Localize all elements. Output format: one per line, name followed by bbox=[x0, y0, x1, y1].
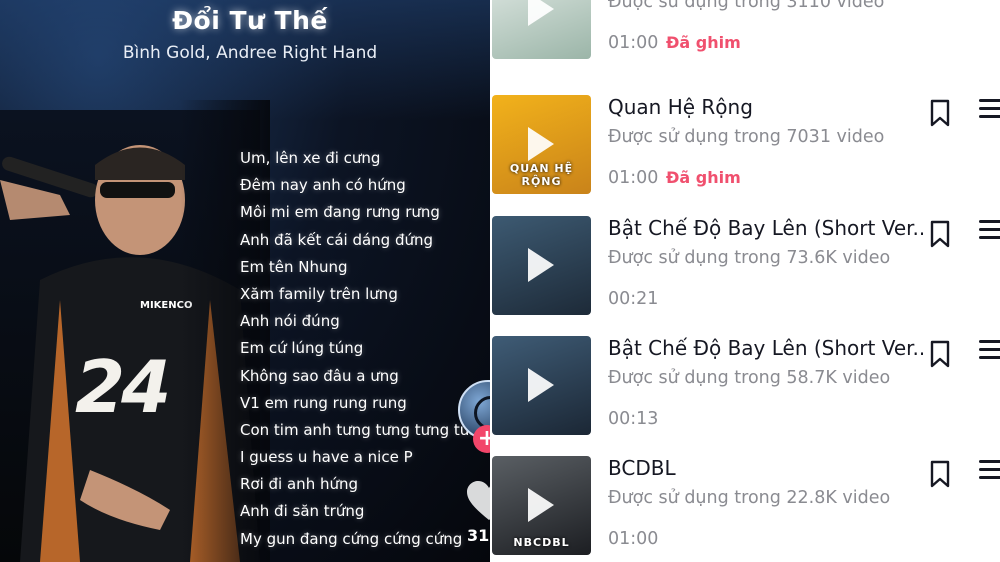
lyric-line: Con tim anh tưng tưng tưng tưng bbox=[240, 420, 489, 439]
lyric-line: Đêm nay anh có hứng bbox=[240, 176, 406, 195]
song-title: Đổi Tư Thế bbox=[172, 6, 328, 35]
sound-list: Được sử dụng trong 3110 video 01:00 Đã g… bbox=[490, 0, 1000, 562]
sound-thumbnail[interactable] bbox=[492, 336, 591, 435]
sound-usage: Được sử dụng trong 7031 video bbox=[608, 127, 885, 147]
play-icon[interactable] bbox=[528, 0, 554, 26]
sound-row[interactable]: QUAN HỆ RỘNG Quan Hệ Rộng Được sử dụng t… bbox=[490, 95, 1000, 215]
sound-title[interactable]: BCDBL bbox=[608, 456, 923, 480]
heart-icon[interactable] bbox=[466, 480, 490, 522]
lyric-line: Môi mi em đang rưng rưng bbox=[240, 203, 440, 222]
sound-row[interactable]: Bật Chế Độ Bay Lên (Short Ver... Được sử… bbox=[490, 216, 1000, 336]
play-icon[interactable] bbox=[528, 127, 554, 161]
lyrics-list: Um, lên xe đi cưng Đêm nay anh có hứng Môi… bbox=[240, 145, 490, 553]
sound-thumbnail[interactable]: NBCDBL bbox=[492, 456, 591, 555]
bookmark-icon[interactable] bbox=[930, 220, 950, 248]
sound-title[interactable]: Bật Chế Độ Bay Lên (Short Ver... bbox=[608, 336, 923, 360]
list-more-icon[interactable] bbox=[979, 220, 1000, 242]
lyric-line: Em cứ lúng túng bbox=[240, 339, 364, 358]
song-artists: Bình Gold, Andree Right Hand bbox=[122, 43, 378, 63]
sound-duration: 01:00 bbox=[608, 33, 659, 53]
sound-thumbnail[interactable] bbox=[492, 0, 591, 59]
sound-usage: Được sử dụng trong 73.6K video bbox=[608, 248, 891, 268]
like-count: 31,1 bbox=[467, 526, 490, 545]
lyric-line: Anh đi săn trứng bbox=[240, 502, 365, 521]
list-more-icon[interactable] bbox=[979, 99, 1000, 121]
pinned-badge: Đã ghim bbox=[666, 33, 741, 52]
sound-row[interactable]: NBCDBL BCDBL Được sử dụng trong 22.8K vi… bbox=[490, 456, 1000, 562]
lyric-line: Em tên Nhung bbox=[240, 257, 348, 276]
lyric-line: Rơi đi anh hứng bbox=[240, 475, 359, 494]
bookmark-icon[interactable] bbox=[930, 99, 950, 127]
thumbnail-caption: QUAN HỆ RỘNG bbox=[509, 162, 574, 188]
sound-thumbnail[interactable]: QUAN HỆ RỘNG bbox=[492, 95, 591, 194]
play-icon[interactable] bbox=[528, 368, 554, 402]
sound-duration: 01:00 bbox=[608, 168, 659, 188]
sound-title[interactable]: Bật Chế Độ Bay Lên (Short Ver... bbox=[608, 216, 923, 240]
sound-thumbnail[interactable] bbox=[492, 216, 591, 315]
sound-title[interactable]: Quan Hệ Rộng bbox=[608, 95, 923, 119]
lyric-line: Anh đã kết cái dáng đứng bbox=[240, 230, 434, 249]
sound-usage: Được sử dụng trong 3110 video bbox=[608, 0, 885, 12]
jersey-number: 24 bbox=[75, 345, 171, 429]
sound-duration: 00:13 bbox=[608, 409, 659, 429]
sound-usage: Được sử dụng trong 58.7K video bbox=[608, 368, 891, 388]
sound-row[interactable]: Bật Chế Độ Bay Lên (Short Ver... Được sử… bbox=[490, 336, 1000, 456]
pinned-badge: Đã ghim bbox=[666, 168, 741, 187]
sound-duration: 00:21 bbox=[608, 289, 659, 309]
list-more-icon[interactable] bbox=[979, 340, 1000, 362]
bookmark-icon[interactable] bbox=[930, 340, 950, 368]
creator-avatar-group[interactable]: + bbox=[458, 380, 490, 453]
lyric-line: Anh nói đúng bbox=[240, 312, 340, 331]
play-icon[interactable] bbox=[528, 248, 554, 282]
sound-duration: 01:00 bbox=[608, 529, 659, 549]
sound-row[interactable]: Được sử dụng trong 3110 video 01:00 Đã g… bbox=[490, 0, 1000, 80]
thumbnail-caption: NBCDBL bbox=[513, 536, 570, 549]
lyric-line: I guess u have a nice P bbox=[240, 448, 413, 467]
sound-usage: Được sử dụng trong 22.8K video bbox=[608, 488, 891, 508]
list-more-icon[interactable] bbox=[979, 460, 1000, 482]
bookmark-icon[interactable] bbox=[930, 460, 950, 488]
lyric-line: Xăm family trên lưng bbox=[240, 284, 398, 303]
lyric-video-panel[interactable]: Đổi Tư Thế Bình Gold, Andree Right Hand bbox=[0, 0, 490, 562]
lyric-line: Không sao đâu a ưng bbox=[240, 366, 399, 385]
lyric-line: V1 em rung rung rung bbox=[240, 393, 407, 412]
play-icon[interactable] bbox=[528, 488, 554, 522]
lyric-line: My gun đang cứng cứng cứng bbox=[240, 529, 463, 548]
lyric-line: Um, lên xe đi cưng bbox=[240, 149, 381, 167]
